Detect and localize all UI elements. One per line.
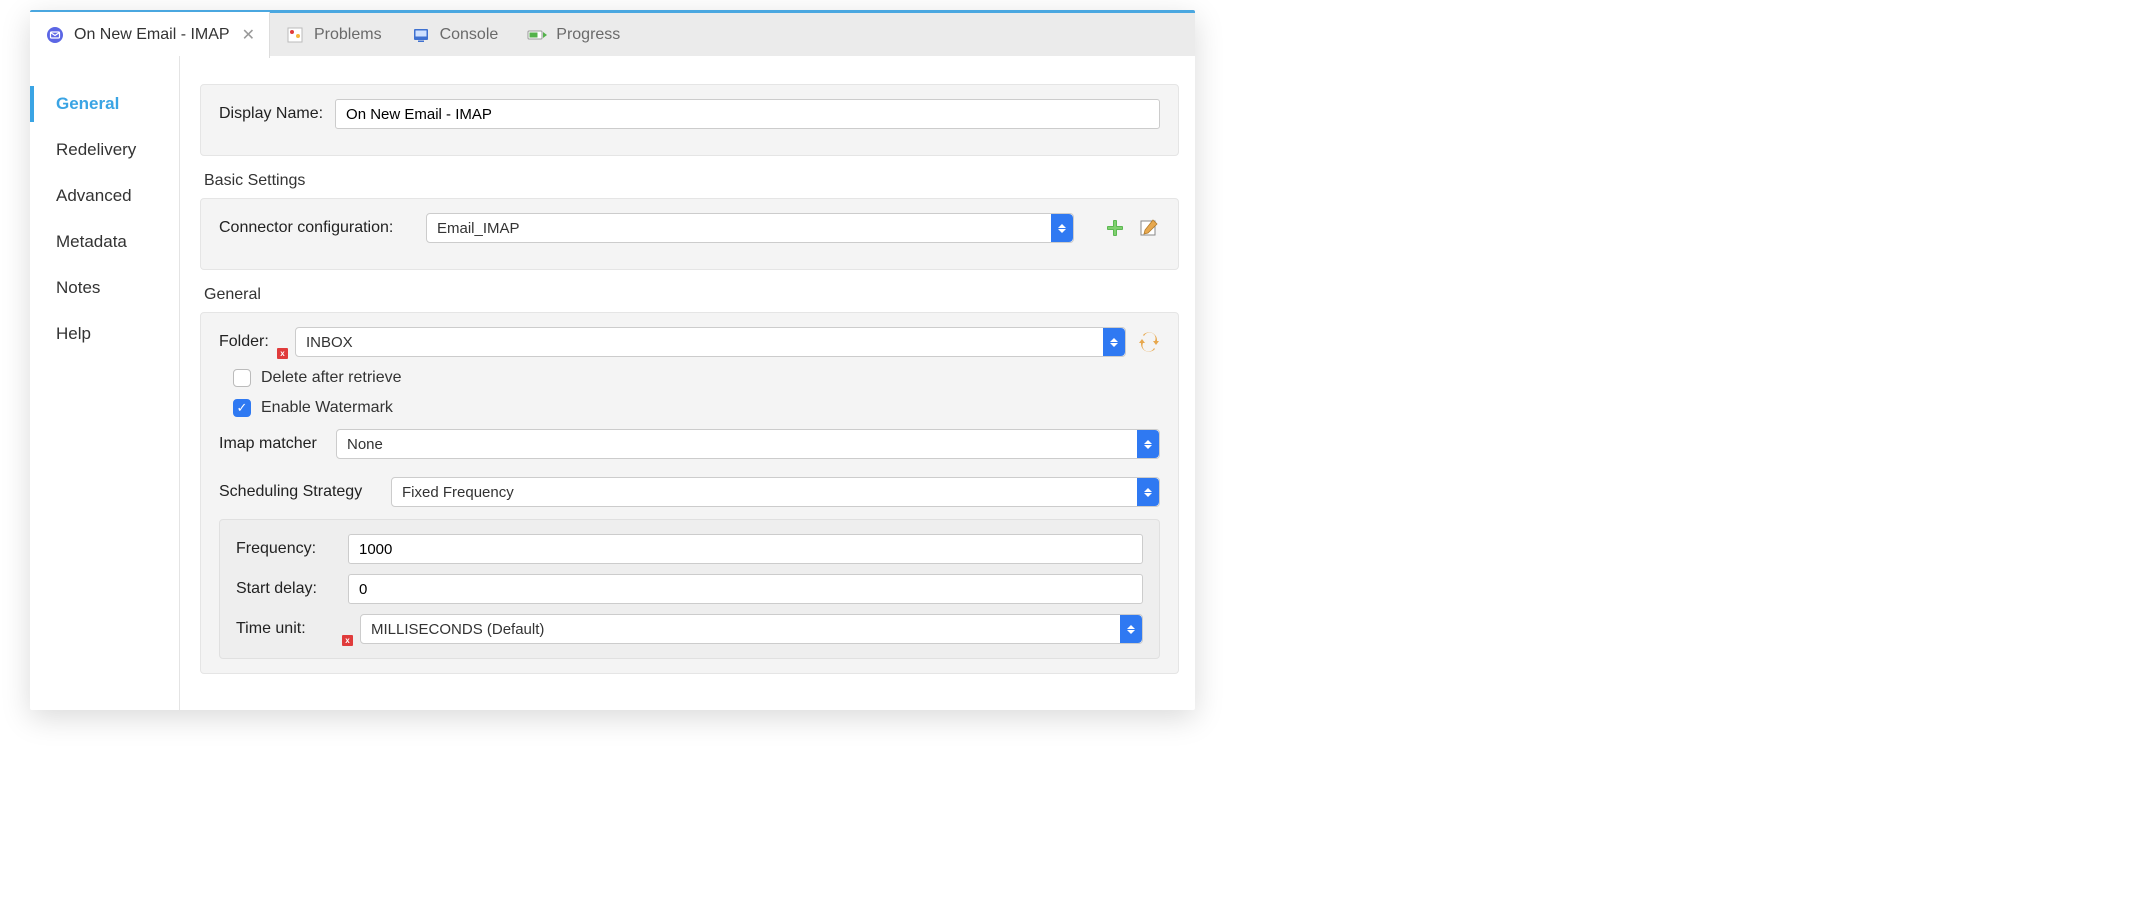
progress-icon [526, 24, 548, 46]
close-icon[interactable]: ✕ [242, 25, 255, 45]
add-config-button[interactable] [1104, 217, 1126, 239]
tab-on-new-email[interactable]: On New Email - IMAP ✕ [30, 12, 270, 58]
sidebar-item-redelivery[interactable]: Redelivery [30, 132, 179, 168]
delete-after-checkbox[interactable] [233, 369, 251, 387]
scheduling-strategy-select[interactable]: Fixed Frequency [391, 477, 1160, 507]
folder-value: INBOX [306, 334, 353, 351]
frequency-panel: Frequency: Start delay: Time unit: x MIL… [219, 519, 1160, 659]
frequency-label: Frequency: [236, 540, 336, 558]
imap-matcher-value: None [347, 436, 383, 453]
content-area: Display Name: Basic Settings Connector c… [180, 56, 1195, 710]
tab-problems[interactable]: Problems [270, 12, 396, 58]
basic-settings-panel: Connector configuration: Email_IMAP [200, 198, 1179, 270]
scheduling-strategy-value: Fixed Frequency [402, 484, 514, 501]
chevron-updown-icon [1051, 214, 1073, 242]
chevron-updown-icon [1120, 615, 1142, 643]
enable-watermark-label: Enable Watermark [261, 399, 393, 417]
folder-select[interactable]: INBOX [295, 327, 1126, 357]
sidebar-item-metadata[interactable]: Metadata [30, 224, 179, 260]
time-unit-select[interactable]: MILLISECONDS (Default) [360, 614, 1143, 644]
edit-config-button[interactable] [1138, 217, 1160, 239]
display-name-input[interactable] [335, 99, 1160, 129]
time-unit-value: MILLISECONDS (Default) [371, 621, 544, 638]
email-icon [44, 24, 66, 46]
display-name-panel: Display Name: [200, 84, 1179, 156]
imap-matcher-label: Imap matcher [219, 435, 324, 453]
tab-progress[interactable]: Progress [512, 12, 634, 58]
delete-after-label: Delete after retrieve [261, 369, 402, 387]
connector-config-select[interactable]: Email_IMAP [426, 213, 1074, 243]
connector-config-label: Connector configuration: [219, 219, 414, 237]
general-panel: Folder: x INBOX Delete after retrieve ✓ [200, 312, 1179, 674]
chevron-updown-icon [1137, 478, 1159, 506]
start-delay-label: Start delay: [236, 580, 336, 598]
tab-bar: On New Email - IMAP ✕ Problems Console P… [30, 10, 1195, 56]
sidebar: General Redelivery Advanced Metadata Not… [30, 56, 180, 710]
tab-label: Progress [556, 26, 620, 44]
scheduling-strategy-label: Scheduling Strategy [219, 483, 379, 501]
problems-icon [284, 24, 306, 46]
chevron-updown-icon [1137, 430, 1159, 458]
tab-label: Problems [314, 26, 382, 44]
start-delay-input[interactable] [348, 574, 1143, 604]
frequency-input[interactable] [348, 534, 1143, 564]
refresh-folder-button[interactable] [1138, 331, 1160, 353]
folder-label: Folder: [219, 333, 271, 351]
display-name-label: Display Name: [219, 105, 323, 123]
tab-console[interactable]: Console [396, 12, 513, 58]
connector-config-value: Email_IMAP [437, 220, 520, 237]
editor-window: On New Email - IMAP ✕ Problems Console P… [30, 10, 1195, 710]
imap-matcher-select[interactable]: None [336, 429, 1160, 459]
sidebar-item-general[interactable]: General [30, 86, 179, 122]
basic-settings-heading: Basic Settings [204, 172, 1179, 190]
time-unit-label: Time unit: [236, 620, 336, 638]
sidebar-item-help[interactable]: Help [30, 316, 179, 352]
console-icon [410, 24, 432, 46]
sidebar-item-notes[interactable]: Notes [30, 270, 179, 306]
sidebar-item-advanced[interactable]: Advanced [30, 178, 179, 214]
chevron-updown-icon [1103, 328, 1125, 356]
general-section-heading: General [204, 286, 1179, 304]
tab-label: On New Email - IMAP [74, 26, 230, 44]
tab-label: Console [440, 26, 499, 44]
enable-watermark-checkbox[interactable]: ✓ [233, 399, 251, 417]
